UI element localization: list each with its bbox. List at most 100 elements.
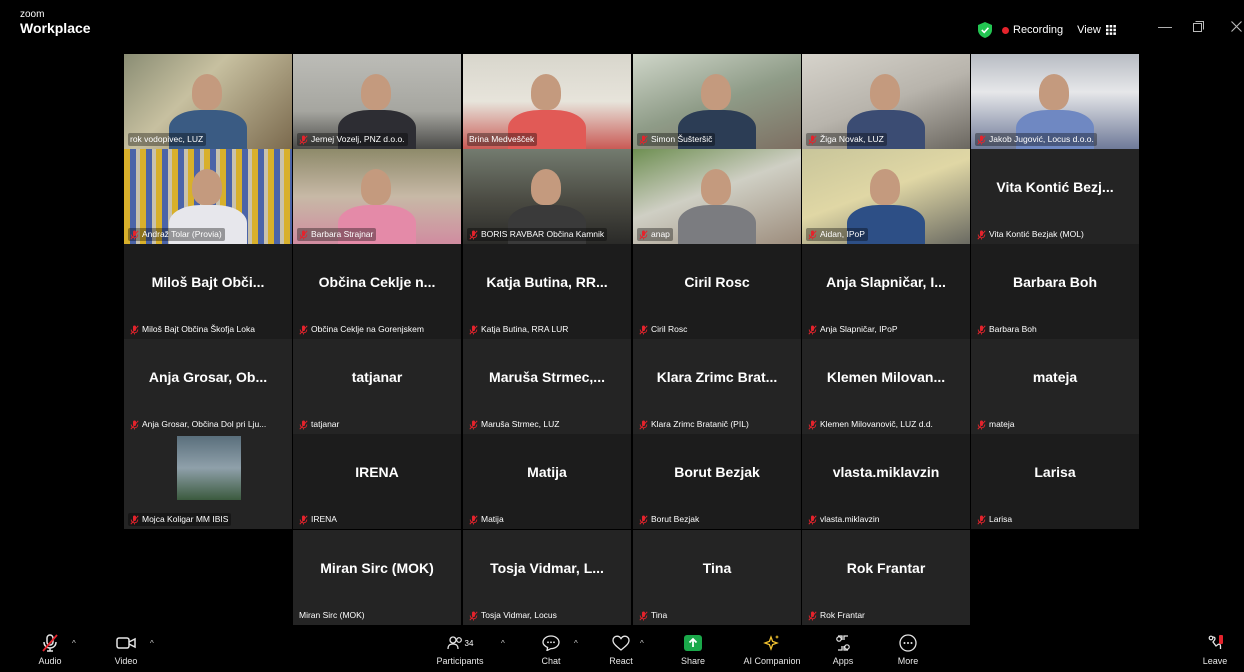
participant-tile[interactable]: Jernej Vozelj, PNZ d.o.o. — [293, 54, 461, 149]
participant-tile[interactable]: Klemen Milovan... Klemen Milovanovič, LUZ… — [802, 339, 970, 434]
participant-name-large: mateja — [1032, 369, 1078, 385]
participant-name-label: IRENA — [297, 513, 340, 526]
mic-muted-icon — [469, 514, 478, 525]
participant-tile[interactable]: Žiga Novak, LUZ — [802, 54, 970, 149]
minimize-icon[interactable]: — — [1158, 19, 1172, 33]
participant-name-large: Tosja Vidmar, L... — [490, 560, 604, 576]
mic-muted-icon — [808, 229, 817, 240]
participant-name-label: Miran Sirc (MOK) — [299, 610, 365, 620]
participant-name-label: Barbara Strajnar — [297, 228, 377, 241]
participant-name-large: Borut Bezjak — [674, 464, 760, 480]
mic-muted-icon — [977, 134, 986, 145]
participants-label: Participants — [436, 656, 484, 666]
participant-name-label: Aidan, IPoP — [806, 228, 868, 241]
mic-muted-icon — [299, 514, 308, 525]
restore-icon[interactable] — [1193, 21, 1204, 32]
participant-tile[interactable]: Brina Medvešček — [463, 54, 631, 149]
participant-tile[interactable]: anap — [633, 149, 801, 244]
share-screen-icon — [684, 635, 702, 651]
participant-tile[interactable]: Maruša Strmec,... Maruša Strmec, LUZ — [463, 339, 631, 434]
participant-tile[interactable]: Vita Kontić Bezj... Vita Kontić Bezjak (M… — [971, 149, 1139, 244]
mic-muted-icon — [977, 324, 986, 335]
participant-tile[interactable]: Miloš Bajt Obči... Miloš Bajt Občina Škof… — [124, 244, 292, 339]
participant-tile[interactable]: Anja Grosar, Ob... Anja Grosar, Občina Do… — [124, 339, 292, 434]
video-button[interactable]: Video — [106, 630, 146, 672]
chat-icon — [542, 635, 560, 651]
participant-tile[interactable]: Rok Frantar Rok Frantar — [802, 530, 970, 625]
participant-tile[interactable]: rok vodopivec, LUZ — [124, 54, 292, 149]
participant-name-label: Brina Medvešček — [467, 133, 538, 146]
participant-tile[interactable]: Anja Slapničar, I... Anja Slapničar, IPoP — [802, 244, 970, 339]
participant-tile[interactable]: Matija Matija — [463, 434, 631, 529]
encryption-shield-icon[interactable] — [978, 22, 992, 38]
audio-button[interactable]: Audio — [30, 630, 70, 672]
more-icon — [899, 634, 917, 652]
participant-tile[interactable]: Simon Šušteršič — [633, 54, 801, 149]
participant-tile[interactable]: Larisa Larisa — [971, 434, 1139, 529]
react-options-chevron-icon[interactable]: ^ — [640, 639, 644, 648]
participants-icon — [446, 636, 462, 650]
recording-label[interactable]: Recording — [1013, 24, 1063, 36]
participant-tile[interactable]: Borut Bezjak Borut Bezjak — [633, 434, 801, 529]
apps-button[interactable]: Apps — [826, 630, 860, 672]
participant-name-label: vlasta.miklavzin — [806, 513, 883, 526]
audio-options-chevron-icon[interactable]: ^ — [72, 639, 76, 648]
leave-icon — [1208, 635, 1223, 649]
participant-name-large: Klara Zrimc Brat... — [656, 369, 778, 385]
participant-tile[interactable]: Mojca Koligar MM IBIS — [124, 434, 292, 529]
participant-tile[interactable]: IRENA IRENA — [293, 434, 461, 529]
participant-tile[interactable]: tatjanar tatjanar — [293, 339, 461, 434]
participant-tile[interactable]: Tina Tina — [633, 530, 801, 625]
participant-name-large: Matija — [527, 464, 567, 480]
chat-options-chevron-icon[interactable]: ^ — [574, 639, 578, 648]
participant-name-large: Rok Frantar — [846, 560, 926, 576]
share-button[interactable]: Share — [674, 630, 712, 672]
view-button[interactable]: View — [1077, 24, 1116, 36]
ai-companion-button[interactable]: AI Companion — [734, 630, 810, 672]
participant-tile[interactable]: vlasta.miklavzin vlasta.miklavzin — [802, 434, 970, 529]
react-button[interactable]: React — [604, 630, 638, 672]
participant-tile[interactable]: Jakob Jugović, Locus d.o.o. — [971, 54, 1139, 149]
participant-name-label: Klemen Milovanovič, LUZ d.d. — [806, 418, 936, 431]
participant-name-label: Andraž Tolar (Provia) — [128, 228, 225, 241]
more-button[interactable]: More — [891, 630, 925, 672]
participant-name-large: Klemen Milovan... — [826, 369, 946, 385]
participant-tile[interactable]: Barbara Boh Barbara Boh — [971, 244, 1139, 339]
participant-tile[interactable]: Tosja Vidmar, L... Tosja Vidmar, Locus — [463, 530, 631, 625]
mic-muted-icon — [639, 610, 648, 621]
participants-options-chevron-icon[interactable]: ^ — [501, 639, 505, 648]
participant-tile[interactable]: mateja mateja — [971, 339, 1139, 434]
participants-button[interactable]: 34 Participants — [428, 630, 492, 672]
participant-name-label: Jernej Vozelj, PNZ d.o.o. — [297, 133, 408, 146]
participant-tile[interactable]: Občina Ceklje n... Občina Ceklje na Goren… — [293, 244, 461, 339]
participant-name-label: Tina — [637, 609, 670, 622]
video-options-chevron-icon[interactable]: ^ — [150, 639, 154, 648]
leave-button[interactable]: Leave — [1198, 630, 1232, 672]
meeting-status-group: Recording View — [978, 18, 1136, 42]
logo-workplace-text: Workplace — [20, 20, 91, 36]
mic-muted-icon — [639, 134, 648, 145]
participant-tile[interactable]: Katja Butina, RR... Katja Butina, RRA LUR — [463, 244, 631, 339]
participant-name-label: Žiga Novak, LUZ — [806, 133, 887, 146]
participant-name-label: Jakob Jugović, Locus d.o.o. — [975, 133, 1097, 146]
participant-tile[interactable]: Barbara Strajnar — [293, 149, 461, 244]
ai-companion-label: AI Companion — [743, 656, 801, 666]
mic-muted-icon — [130, 324, 139, 335]
participant-tile[interactable]: Klara Zrimc Brat... Klara Zrimc Bratanič … — [633, 339, 801, 434]
chat-button[interactable]: Chat — [534, 630, 568, 672]
mic-muted-icon — [130, 419, 139, 430]
participant-name-large: Katja Butina, RR... — [486, 274, 608, 290]
participant-name-large: Občina Ceklje n... — [318, 274, 436, 290]
share-label: Share — [680, 656, 706, 666]
participant-name-large: vlasta.miklavzin — [832, 464, 940, 480]
mic-muted-icon — [130, 229, 139, 240]
participant-tile[interactable]: Ciril Rosc Ciril Rosc — [633, 244, 801, 339]
participant-tile[interactable]: Andraž Tolar (Provia) — [124, 149, 292, 244]
mic-muted-icon — [639, 324, 648, 335]
close-icon[interactable] — [1231, 21, 1242, 32]
participant-tile[interactable]: Miran Sirc (MOK) Miran Sirc (MOK) — [293, 530, 461, 625]
participant-tile[interactable]: Aidan, IPoP — [802, 149, 970, 244]
mic-muted-icon — [639, 419, 648, 430]
participant-tile[interactable]: BORIS RAVBAR Občina Kamnik — [463, 149, 631, 244]
participant-name-label: Larisa — [975, 513, 1015, 526]
